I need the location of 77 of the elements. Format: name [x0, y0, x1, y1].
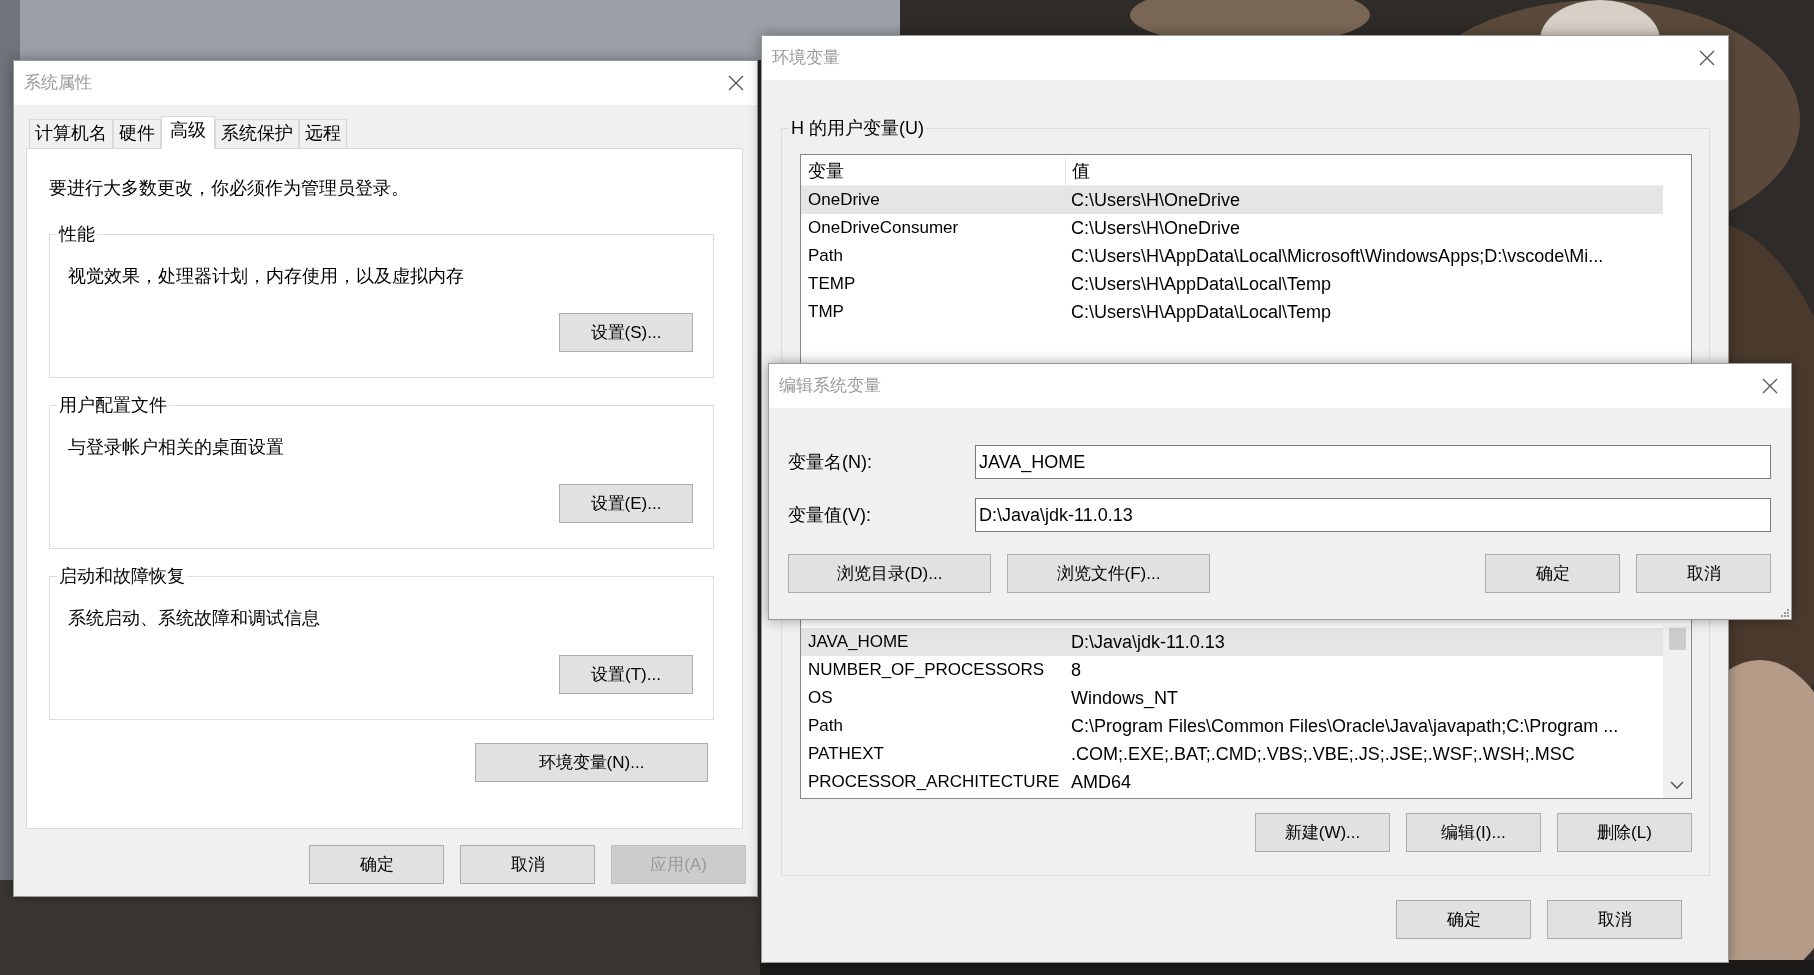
input-field[interactable]: D:\Java\jdk-11.0.13	[975, 498, 1771, 532]
variable-value: C:\Users\H\OneDrive	[1070, 188, 1241, 212]
close-icon[interactable]	[1698, 49, 1716, 67]
button[interactable]: 删除(L)	[1557, 813, 1692, 852]
notice-text: 要进行大多数更改，你必须作为管理员登录。	[49, 177, 410, 200]
variable-name: JAVA_HOME	[807, 631, 910, 654]
button[interactable]: 确定	[309, 845, 444, 884]
button[interactable]: 确定	[1396, 900, 1531, 939]
variable-row[interactable]: Path C:\Program Files\Common Files\Oracle\Java\javapath;C:\Program ...	[801, 712, 1663, 740]
group-title: 启动和故障恢复	[57, 564, 187, 588]
tab[interactable]: 高级	[161, 116, 215, 149]
button[interactable]: 确定	[1485, 554, 1620, 593]
button[interactable]: 取消	[460, 845, 595, 884]
variable-name: PATHEXT	[807, 743, 885, 766]
column-header: 变量	[801, 158, 1066, 185]
button[interactable]: 浏览文件(F)...	[1007, 554, 1210, 593]
tab[interactable]: 远程	[299, 119, 347, 148]
group-description: 视觉效果，处理器计划，内存使用，以及虚拟内存	[68, 265, 465, 288]
field-label: 变量名(N):	[788, 450, 873, 474]
variable-name: TEMP	[807, 273, 857, 296]
button[interactable]: 取消	[1547, 900, 1682, 939]
variable-value: .COM;.EXE;.BAT;.CMD;.VBS;.VBE;.JS;.JSE;.WSF;.WSH;.MSC	[1070, 742, 1575, 766]
tab[interactable]: 硬件	[113, 119, 161, 148]
button[interactable]: 取消	[1636, 554, 1771, 593]
button[interactable]: 设置(E)...	[559, 484, 693, 523]
variable-value: C:\Users\H\AppData\Local\Microsoft\WindowsApps;D:\vscode\Mi...	[1070, 244, 1604, 268]
chevron-down-icon[interactable]	[1670, 780, 1684, 790]
button[interactable]: 编辑(I)...	[1406, 813, 1541, 852]
button[interactable]: 设置(T)...	[559, 655, 693, 694]
close-icon[interactable]	[727, 74, 745, 92]
button[interactable]: 环境变量(N)...	[475, 743, 708, 782]
variable-value: AMD64	[1070, 770, 1132, 794]
variable-name: PROCESSOR_ARCHITECTURE	[807, 771, 1061, 794]
group-description: 与登录帐户相关的桌面设置	[68, 436, 285, 459]
scrollbar[interactable]	[1663, 626, 1691, 798]
variable-row[interactable]: Path C:\Users\H\AppData\Local\Microsoft\WindowsApps;D:\vscode\Mi...	[801, 242, 1663, 270]
variable-name: TMP	[807, 301, 845, 324]
variable-row[interactable]: JAVA_HOME D:\Java\jdk-11.0.13	[801, 628, 1663, 656]
variable-name: NUMBER_OF_PROCESSORS	[807, 659, 1046, 682]
variable-row[interactable]: TMP C:\Users\H\AppData\Local\Temp	[801, 298, 1663, 326]
field-label: 变量值(V):	[788, 503, 872, 527]
variable-value: C:\Program Files\Common Files\Oracle\Java\javapath;C:\Program ...	[1070, 714, 1619, 738]
variable-name: OneDriveConsumer	[807, 217, 960, 240]
variable-name: OS	[807, 687, 834, 710]
variable-row[interactable]: OneDriveConsumer C:\Users\H\OneDrive	[801, 214, 1663, 242]
group-description: 系统启动、系统故障和调试信息	[68, 607, 321, 630]
close-icon[interactable]	[1761, 377, 1779, 395]
variable-value: C:\Users\H\AppData\Local\Temp	[1070, 300, 1332, 324]
group-title: 性能	[57, 222, 97, 246]
button[interactable]: 新建(W)...	[1255, 813, 1390, 852]
column-header: 值	[1071, 160, 1090, 183]
window-title: 环境变量	[772, 47, 840, 70]
variable-value: 8	[1070, 658, 1081, 682]
window-title: 编辑系统变量	[779, 375, 881, 398]
tab[interactable]: 系统保护	[215, 119, 299, 148]
resize-grip-icon[interactable]	[1779, 607, 1789, 617]
button[interactable]: 浏览目录(D)...	[788, 554, 991, 593]
variable-value: Windows_NT	[1070, 686, 1179, 711]
button[interactable]: 设置(S)...	[559, 313, 693, 352]
variable-name: OneDrive	[807, 189, 881, 212]
variable-row[interactable]: NUMBER_OF_PROCESSORS 8	[801, 656, 1663, 684]
variable-row[interactable]: OS Windows_NT	[801, 684, 1663, 712]
variable-name: Path	[807, 715, 844, 738]
scrollbar-thumb[interactable]	[1669, 628, 1686, 650]
variable-name: Path	[807, 245, 844, 268]
variable-row[interactable]: TEMP C:\Users\H\AppData\Local\Temp	[801, 270, 1663, 298]
variable-value: C:\Users\H\OneDrive	[1070, 216, 1241, 240]
tab[interactable]: 计算机名	[29, 119, 113, 148]
variable-row[interactable]: PROCESSOR_ARCHITECTURE AMD64	[801, 768, 1663, 796]
variable-value: D:\Java\jdk-11.0.13	[1070, 630, 1225, 654]
variable-row[interactable]: OneDrive C:\Users\H\OneDrive	[801, 186, 1663, 214]
variable-row[interactable]: PATHEXT .COM;.EXE;.BAT;.CMD;.VBS;.VBE;.JS;.JSE;.WSF;.WSH;.MSC	[801, 740, 1663, 768]
group-title: 用户配置文件	[57, 393, 169, 417]
group-title: H 的用户变量(U)	[789, 116, 926, 140]
variable-value: C:\Users\H\AppData\Local\Temp	[1070, 272, 1332, 296]
input-field[interactable]: JAVA_HOME	[975, 445, 1771, 479]
window-title: 系统属性	[24, 72, 92, 95]
